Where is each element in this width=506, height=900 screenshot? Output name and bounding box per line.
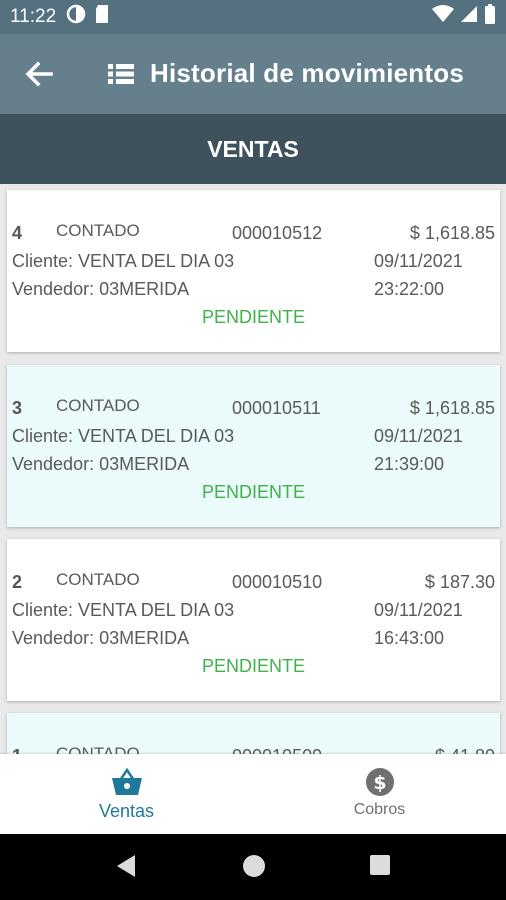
movement-amount: $ 41.80	[435, 746, 495, 754]
movement-type: CONTADO	[56, 744, 140, 754]
movements-list[interactable]: 4 CONTADO 000010512 $ 1,618.85 Cliente: …	[0, 184, 506, 754]
movement-client: Cliente: VENTA DEL DIA 03	[12, 600, 235, 620]
movement-seller: Vendedor: 03MERIDA	[12, 279, 190, 299]
movement-type: CONTADO	[56, 570, 140, 589]
movement-number: 4	[12, 223, 23, 243]
signal-icon	[460, 5, 478, 29]
movement-time: 16:43:00	[374, 628, 445, 648]
movement-time: 23:22:00	[374, 279, 445, 299]
nav-cobros-label: Cobros	[353, 801, 406, 818]
nav-ventas[interactable]: Ventas	[0, 754, 253, 834]
movement-card[interactable]: 3 CONTADO 000010511 $ 1,618.85 Cliente: …	[7, 365, 500, 527]
movement-number: 1	[12, 746, 22, 754]
system-nav-bar	[0, 834, 506, 900]
movement-date: 09/11/2021	[374, 600, 463, 620]
movement-date: 09/11/2021	[374, 251, 463, 271]
section-header: VENTAS	[0, 114, 506, 184]
movement-folio: 000010512	[232, 223, 323, 243]
movement-folio: 000010510	[232, 572, 323, 592]
status-bar: 11:22	[0, 0, 506, 34]
section-title: VENTAS	[207, 135, 299, 162]
back-triangle-icon[interactable]	[115, 854, 137, 883]
movement-number: 2	[12, 572, 23, 592]
movement-time: 21:39:00	[374, 454, 445, 474]
list-icon	[108, 63, 134, 85]
movement-card[interactable]: 4 CONTADO 000010512 $ 1,618.85 Cliente: …	[7, 190, 500, 352]
bottom-nav: Ventas $ Cobros	[0, 754, 506, 834]
movement-card[interactable]: 2 CONTADO 000010510 $ 187.30 Cliente: VE…	[7, 539, 500, 701]
status-time: 11:22	[10, 6, 57, 27]
movement-status: PENDIENTE	[202, 656, 306, 676]
dollar-circle-icon: $	[364, 767, 396, 797]
movement-seller: Vendedor: 03MERIDA	[12, 628, 190, 648]
wifi-icon	[432, 5, 454, 29]
movement-status: PENDIENTE	[202, 307, 306, 327]
movement-folio: 000010509	[232, 746, 322, 754]
movement-amount: $ 1,618.85	[409, 223, 495, 243]
app-bar: Historial de movimientos	[0, 34, 506, 114]
movement-client: Cliente: VENTA DEL DIA 03	[12, 426, 235, 446]
movement-date: 09/11/2021	[374, 426, 463, 446]
arrow-left-icon[interactable]	[24, 60, 54, 88]
movement-seller: Vendedor: 03MERIDA	[12, 454, 190, 474]
home-circle-icon[interactable]	[242, 854, 266, 883]
movement-type: CONTADO	[56, 221, 140, 240]
movement-card[interactable]: 1 CONTADO 000010509 $ 41.80	[7, 713, 500, 754]
movement-amount: $ 187.30	[424, 572, 495, 592]
movement-type: CONTADO	[56, 396, 140, 415]
movement-folio: 000010511	[232, 398, 321, 418]
nav-cobros[interactable]: $ Cobros	[253, 754, 506, 834]
recents-square-icon[interactable]	[369, 854, 391, 881]
movement-number: 3	[12, 398, 23, 418]
movement-client: Cliente: VENTA DEL DIA 03	[12, 251, 235, 271]
movement-amount: $ 1,618.85	[409, 398, 495, 418]
sd-card-icon	[94, 4, 110, 30]
svg-text:$: $	[373, 772, 386, 794]
nav-ventas-label: Ventas	[98, 801, 155, 821]
battery-icon	[484, 4, 496, 30]
basket-icon	[111, 767, 143, 797]
movement-status: PENDIENTE	[202, 482, 306, 502]
page-title: Historial de movimientos	[150, 58, 464, 88]
data-saver-icon	[66, 4, 86, 30]
